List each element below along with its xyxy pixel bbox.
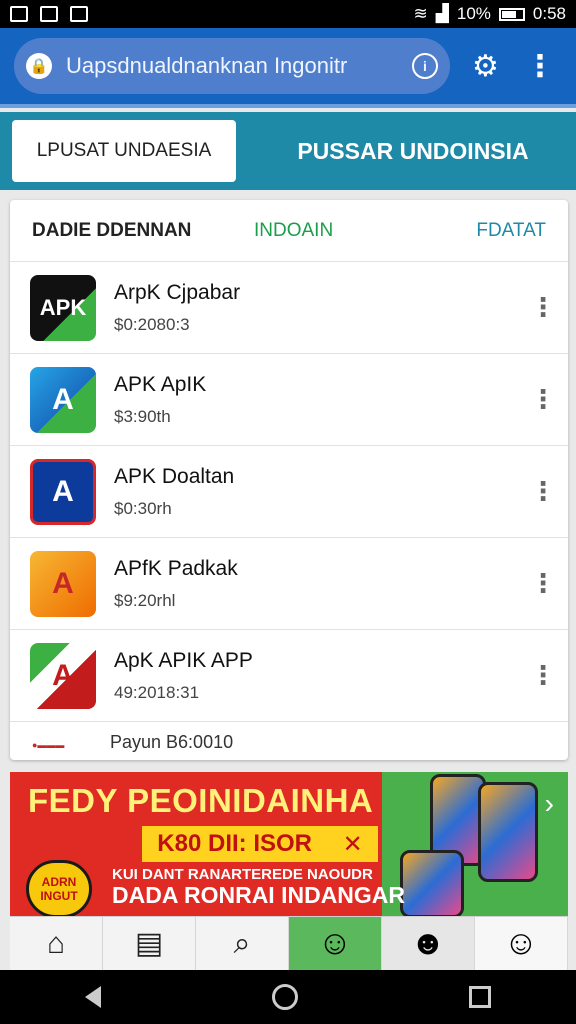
apk-app-icon[interactable]: A — [30, 458, 96, 525]
header-col-2[interactable]: INDOAIN — [254, 220, 474, 242]
app-icon-letter: A — [52, 474, 74, 508]
footer-marker-icon: ●▬▬▬ — [32, 740, 65, 750]
app-title[interactable]: APK Doaltan — [114, 465, 530, 489]
notification-image-icon — [10, 6, 28, 22]
card-footer-text: Payun B6:0010 — [110, 732, 234, 752]
app-subtitle: 49:2018:31 — [114, 682, 200, 702]
app-text: APK Doaltan $0:30rh — [114, 465, 530, 519]
info-icon[interactable]: i — [412, 53, 438, 79]
lock-icon[interactable]: 🔒 — [26, 53, 52, 79]
phone-image-icon — [478, 782, 538, 882]
address-bar[interactable]: 🔒 Uapsdnualdnanknan Ingonitr i — [14, 38, 450, 94]
list-item[interactable]: A APK Doaltan $0:30rh ⋮ — [10, 446, 568, 538]
more-vert-icon[interactable]: ⋮ — [525, 49, 555, 84]
app-title[interactable]: APK ApIK — [114, 373, 530, 397]
notification-mail-icon — [70, 6, 88, 22]
home-circle-icon[interactable] — [271, 984, 298, 1010]
more-options-icon[interactable]: ⋮ — [530, 384, 556, 415]
app-text: ArpK Cjpabar $0:2080:3 — [114, 281, 530, 335]
header-col-3[interactable]: FDATAT — [474, 220, 546, 242]
app-subtitle: $3:90th — [114, 406, 171, 426]
tab-right[interactable]: PUSSAR UNDOINSIA — [250, 112, 576, 190]
list-item[interactable]: A ApK APIK APP 49:2018:31 ⋮ — [10, 630, 568, 722]
list-item[interactable]: A APK ApIK $3:90th ⋮ — [10, 354, 568, 446]
app-title[interactable]: ApK APIK APP — [114, 649, 530, 673]
recents-icon[interactable] — [468, 986, 491, 1008]
phone-image-icon — [400, 850, 464, 918]
app-text: APfK Padkak $9:20rhl — [114, 557, 530, 611]
app-subtitle: $0:30rh — [114, 498, 172, 518]
app-text: APK ApIK $3:90th — [114, 373, 530, 427]
app-icon-letter: A — [52, 382, 74, 416]
search-icon[interactable]: ⌕ — [196, 917, 289, 970]
more-options-icon[interactable]: ⋮ — [530, 568, 556, 599]
banner-badge: ADRN INGUT — [26, 860, 92, 918]
back-icon[interactable] — [85, 986, 102, 1008]
app-title[interactable]: ArpK Cjpabar — [114, 281, 530, 305]
status-bar: ≋ ▟ 10% 0:58 — [0, 0, 576, 28]
signal-icon: ▟ — [435, 4, 449, 23]
banner-line-1: KUI DANT RANARTEREDE NAOUDR — [112, 866, 373, 883]
tab-bar: LPUSAT UNDAESIA PUSSAR UNDOINSIA — [0, 112, 576, 190]
app-icon-letter: A — [52, 658, 74, 692]
notification-icons — [10, 6, 88, 22]
app-icon-letter: A — [52, 566, 74, 600]
avatar-thumbnail[interactable]: ☺ — [475, 917, 568, 970]
status-icons: ≋ ▟ 10% 0:58 — [414, 4, 566, 24]
battery-icon — [498, 7, 525, 21]
ad-banner[interactable]: FEDY PEOINIDAINHA K80 DII: ISOR ✕ ADRN I… — [10, 772, 568, 922]
notification-download-icon — [40, 6, 58, 22]
close-x-icon: ✕ — [342, 830, 363, 858]
apk-app-icon[interactable]: A — [30, 550, 96, 617]
banner-phones-area — [382, 772, 568, 922]
apk-app-icon[interactable]: A — [30, 642, 96, 709]
app-icon-letter: APK — [39, 294, 87, 320]
bottom-nav: ⌂ ▤ ⌕ ☺ ☻ ☺ — [10, 916, 568, 970]
url-text[interactable]: Uapsdnualdnanknan Ingonitr — [66, 53, 412, 79]
apk-app-icon[interactable]: APK — [30, 274, 96, 341]
banner-title: FEDY PEOINIDAINHA — [28, 782, 374, 819]
banner-highlight: K80 DII: ISOR ✕ — [142, 826, 378, 862]
tab-left[interactable]: LPUSAT UNDAESIA — [12, 120, 236, 182]
sticker-thumbnail[interactable]: ☺ — [289, 917, 382, 970]
card-header: DADIE DDENNAN INDOAIN FDATAT — [10, 200, 568, 262]
header-col-1[interactable]: DADIE DDENNAN — [32, 220, 254, 242]
apk-app-icon[interactable]: A — [30, 366, 96, 433]
gear-icon[interactable]: ⚙ — [472, 49, 499, 84]
home-icon[interactable]: ⌂ — [10, 917, 103, 970]
system-nav-bar — [0, 970, 576, 1024]
app-subtitle: $0:2080:3 — [114, 314, 190, 334]
chevron-right-icon[interactable]: › — [545, 788, 554, 820]
list-item[interactable]: APK ArpK Cjpabar $0:2080:3 ⋮ — [10, 262, 568, 354]
banner-highlight-text: K80 DII: ISOR — [157, 830, 312, 857]
list-item[interactable]: A APfK Padkak $9:20rhl ⋮ — [10, 538, 568, 630]
app-list-card: DADIE DDENNAN INDOAIN FDATAT APK ArpK Cj… — [10, 200, 568, 760]
clock: 0:58 — [532, 4, 566, 23]
wifi-icon: ≋ — [413, 4, 428, 23]
avatar-thumbnail[interactable]: ☻ — [382, 917, 475, 970]
battery-percent: 10% — [456, 4, 491, 23]
app-subtitle: $9:20rhl — [114, 590, 176, 610]
more-options-icon[interactable]: ⋮ — [530, 292, 556, 323]
app-title[interactable]: APfK Padkak — [114, 557, 530, 581]
more-options-icon[interactable]: ⋮ — [530, 476, 556, 507]
more-options-icon[interactable]: ⋮ — [530, 660, 556, 691]
document-icon[interactable]: ▤ — [103, 917, 196, 970]
browser-toolbar: 🔒 Uapsdnualdnanknan Ingonitr i ⚙ ⋮ — [0, 28, 576, 108]
banner-line-2: DADA RONRAI INDANGAR — [112, 882, 406, 908]
app-text: ApK APIK APP 49:2018:31 — [114, 649, 530, 703]
